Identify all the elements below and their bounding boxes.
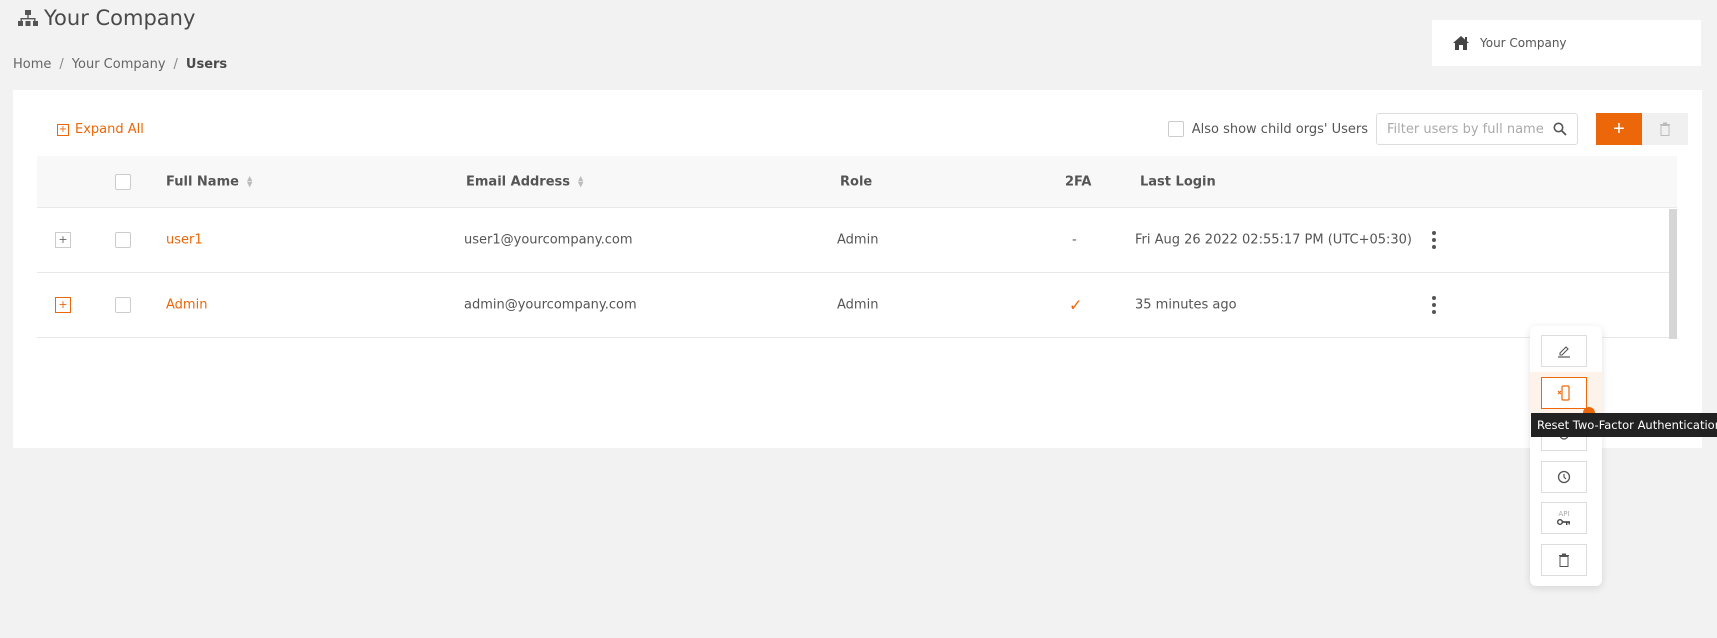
- user-2fa-status: -: [1072, 232, 1077, 248]
- expand-all-label: Expand All: [75, 122, 144, 137]
- row-checkbox[interactable]: [115, 232, 131, 248]
- user-role: Admin: [837, 297, 879, 313]
- user-role: Admin: [837, 232, 879, 248]
- child-orgs-toggle[interactable]: Also show child orgs' Users: [1167, 121, 1368, 137]
- user-email: user1@yourcompany.com: [464, 232, 633, 248]
- breadcrumb-separator: /: [173, 57, 178, 72]
- edit-user-button[interactable]: [1541, 335, 1587, 367]
- table-row: + Admin admin@yourcompany.com Admin ✓ 35…: [37, 273, 1677, 338]
- delete-users-button[interactable]: [1642, 113, 1688, 145]
- sort-icon[interactable]: ▲ ▼: [247, 175, 252, 188]
- user-last-login: Fri Aug 26 2022 02:55:17 PM (UTC+05:30): [1135, 232, 1413, 248]
- trash-icon: [1559, 553, 1569, 567]
- page-title: Your Company: [18, 6, 195, 30]
- header-email[interactable]: Email Address ▲ ▼: [466, 174, 583, 189]
- select-all-cell: [115, 173, 131, 190]
- header-2fa-label: 2FA: [1065, 174, 1092, 189]
- table-scrollbar[interactable]: [1669, 209, 1677, 339]
- more-actions-button[interactable]: [1409, 231, 1459, 249]
- trash-icon: [1660, 122, 1670, 136]
- breadcrumb-home[interactable]: Home: [13, 57, 51, 72]
- more-actions-button[interactable]: [1409, 296, 1459, 314]
- plus-square-icon: +: [57, 123, 69, 136]
- sitemap-icon: [18, 10, 38, 26]
- home-icon: [1453, 36, 1469, 50]
- header-role-label: Role: [840, 174, 873, 189]
- users-table: Full Name ▲ ▼ Email Address ▲ ▼ Role 2FA Las…: [37, 156, 1677, 338]
- reset-2fa-icon: [1557, 385, 1570, 401]
- page-title-text: Your Company: [44, 6, 196, 30]
- api-key-icon: [1557, 519, 1570, 525]
- api-label: API: [1558, 510, 1570, 518]
- sort-icon[interactable]: ▲ ▼: [578, 175, 583, 188]
- expand-row-button[interactable]: +: [55, 232, 71, 248]
- user-name-link[interactable]: Admin: [166, 298, 207, 313]
- header-role: Role: [840, 174, 872, 189]
- table-header: Full Name ▲ ▼ Email Address ▲ ▼ Role 2FA Las…: [37, 156, 1677, 208]
- child-orgs-checkbox[interactable]: [1167, 121, 1184, 137]
- search-icon[interactable]: [1553, 122, 1567, 136]
- table-row: + user1 user1@yourcompany.com Admin - Fr…: [37, 208, 1677, 273]
- user-last-login: 35 minutes ago: [1135, 297, 1237, 313]
- clock-icon: [1557, 470, 1571, 484]
- breadcrumb-company[interactable]: Your Company: [72, 57, 166, 72]
- org-card[interactable]: Your Company: [1432, 20, 1701, 66]
- child-orgs-label: Also show child orgs' Users: [1191, 121, 1368, 137]
- header-last-login: Last Login: [1140, 174, 1216, 189]
- api-key-button[interactable]: API: [1541, 502, 1587, 534]
- add-user-button[interactable]: +: [1596, 113, 1642, 145]
- tooltip: Reset Two-Factor Authentication: [1531, 413, 1717, 437]
- users-panel: + Expand All Also show child orgs' Users…: [13, 90, 1702, 448]
- action-menu: API: [1530, 326, 1602, 586]
- expand-row-button[interactable]: +: [55, 297, 71, 313]
- row-checkbox[interactable]: [115, 297, 131, 313]
- search-box: [1376, 113, 1578, 145]
- toolbar: Also show child orgs' Users +: [1167, 113, 1688, 145]
- org-card-label: Your Company: [1480, 36, 1567, 50]
- header-email-label: Email Address: [466, 174, 571, 189]
- reset-2fa-button[interactable]: [1541, 377, 1587, 409]
- breadcrumb: Home / Your Company / Users: [13, 57, 227, 72]
- login-history-button[interactable]: [1541, 461, 1587, 493]
- select-all-checkbox[interactable]: [115, 173, 131, 190]
- delete-user-button[interactable]: [1541, 544, 1587, 576]
- header-2fa: 2FA: [1065, 174, 1092, 189]
- search-input[interactable]: [1387, 121, 1553, 137]
- breadcrumb-separator: /: [59, 57, 64, 72]
- breadcrumb-current: Users: [185, 57, 228, 72]
- header-full-name-label: Full Name: [166, 174, 239, 189]
- expand-all-button[interactable]: + Expand All: [57, 122, 144, 137]
- check-icon: ✓: [1069, 295, 1083, 315]
- header-last-login-label: Last Login: [1140, 174, 1216, 189]
- user-name-link[interactable]: user1: [166, 233, 203, 248]
- user-email: admin@yourcompany.com: [464, 297, 637, 313]
- edit-icon: [1558, 346, 1570, 358]
- header-full-name[interactable]: Full Name ▲ ▼: [166, 174, 252, 189]
